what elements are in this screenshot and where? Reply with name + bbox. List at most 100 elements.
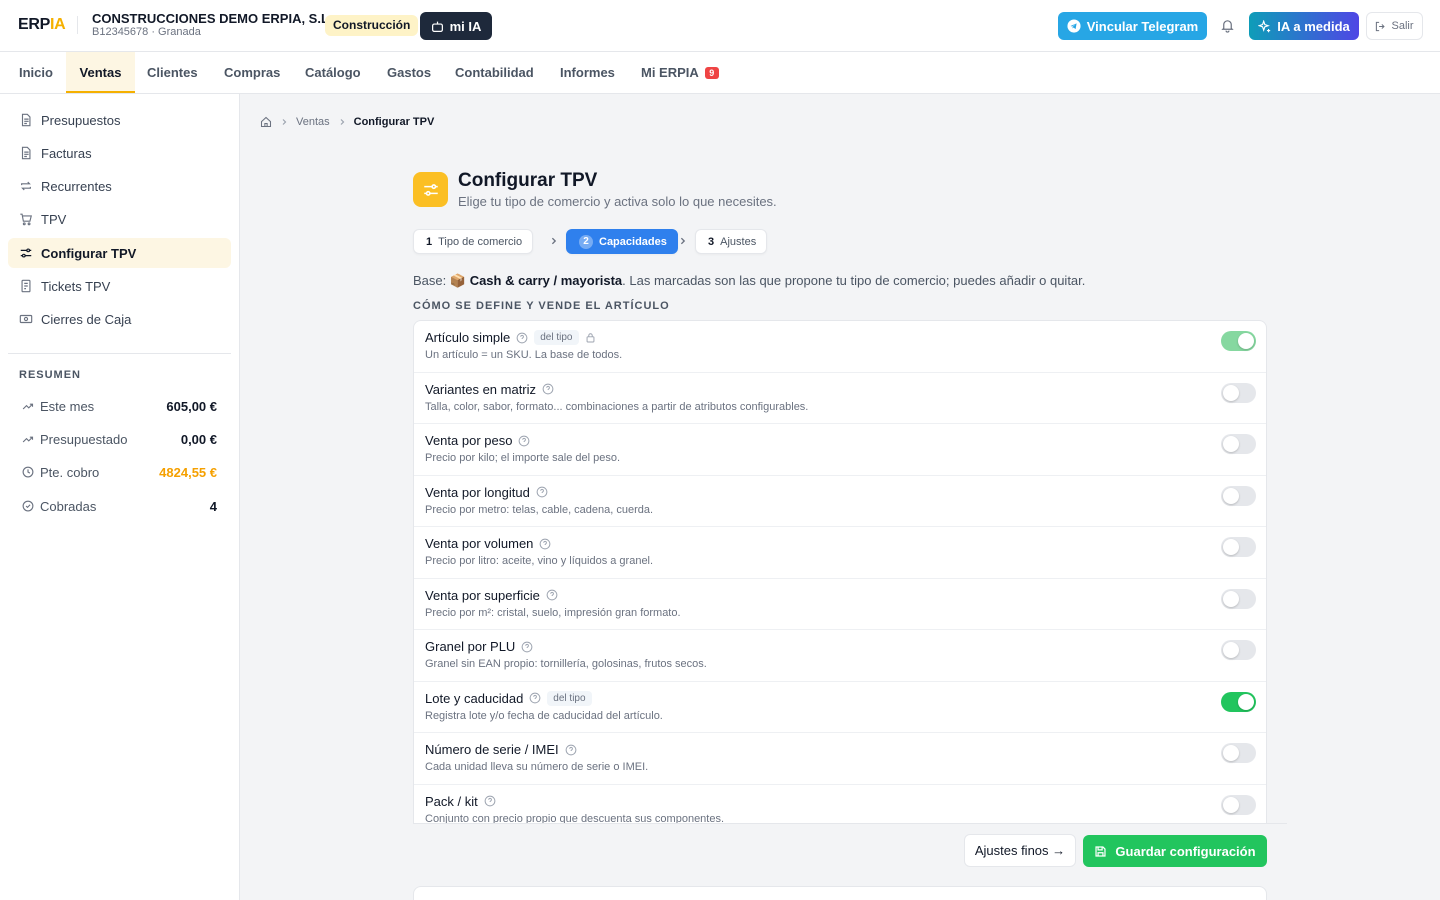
home-icon[interactable] [260,116,272,128]
help-icon[interactable] [542,383,554,395]
erpia-logo[interactable]: ERPIA [18,16,66,34]
capability-toggle[interactable] [1221,588,1256,609]
mi-ia-button[interactable]: mi IA [420,12,492,40]
sidebar-item-label: Recurrentes [41,178,112,194]
breadcrumb: Ventas Configurar TPV [260,116,434,128]
capability-toggle[interactable] [1221,434,1256,454]
main-nav: Inicio Ventas Clientes Compras Catálogo … [0,52,1440,94]
capability-description: Granel sin EAN propio: tornillería, golo… [425,658,707,670]
step-number: 2 [579,234,593,249]
step-label: Capacidades [599,235,667,248]
help-icon[interactable] [516,332,528,344]
capability-description: Conjunto con precio propio que descuenta… [425,812,725,824]
step-label: Ajustes [720,235,757,248]
nav-informes[interactable]: Informes [560,52,615,93]
sidebar: Presupuestos Facturas Recurrentes TPV Co… [0,94,240,900]
capability-row-variantes: Variantes en matriz Talla, color, sabor,… [414,373,1266,424]
nav-gastos[interactable]: Gastos [387,52,431,93]
chevron-right-icon [280,118,288,126]
sector-badge: Construcción [325,15,419,36]
capability-toggle[interactable] [1221,691,1256,712]
divider [8,353,231,354]
nav-catalogo[interactable]: Catálogo [305,52,361,93]
telegram-icon [1067,19,1081,33]
del-tipo-tag: del tipo [534,330,579,345]
save-config-button[interactable]: Guardar configuración [1083,835,1267,867]
summary-label: Cobradas [40,498,97,514]
help-icon[interactable] [484,795,496,807]
sparkle-icon [1258,19,1271,33]
step-label: Tipo de comercio [438,235,523,248]
nav-compras[interactable]: Compras [224,52,280,93]
help-icon[interactable] [565,744,577,756]
capability-title: Venta por longitud [425,484,530,500]
nav-mi-erpia-label: Mi ERPIA [641,65,699,80]
capability-toggle[interactable] [1221,743,1256,763]
capability-description: Precio por metro: telas, cable, cadena, … [425,503,654,516]
telegram-button[interactable]: Vincular Telegram [1058,12,1207,40]
help-icon[interactable] [546,589,558,601]
step-tipo-comercio[interactable]: 1 Tipo de comercio [413,229,534,254]
sidebar-item-tpv[interactable]: TPV [8,204,231,234]
check-circle-icon [22,500,34,512]
help-icon[interactable] [518,435,530,447]
capability-description: Registra lote y/o fecha de caducidad del… [425,709,663,722]
divider [77,16,78,34]
chevron-right-icon [678,236,687,246]
step-capacidades[interactable]: 2 Capacidades [566,229,678,254]
capability-row-articulo-simple: Artículo simple del tipo Un artículo = un… [414,321,1266,373]
help-icon[interactable] [536,486,548,498]
sidebar-item-configurar-tpv[interactable]: Configurar TPV [8,238,231,268]
capability-toggle[interactable] [1221,640,1256,660]
summary-row-presupuestado: Presupuestado 0,00 € [22,430,217,448]
cart-icon [19,212,33,226]
breadcrumb-ventas[interactable]: Ventas [296,116,330,128]
base-suffix: . Las marcadas son las que propone tu ti… [622,273,1086,288]
capability-toggle[interactable] [1221,382,1256,403]
sidebar-item-cierres-caja[interactable]: Cierres de Caja [8,304,231,334]
logout-label: Salir [1391,20,1414,32]
ia-medida-label: IA a medida [1277,18,1350,34]
sidebar-item-recurrentes[interactable]: Recurrentes [8,171,231,201]
sidebar-item-tickets-tpv[interactable]: Tickets TPV [8,271,231,301]
nav-contabilidad[interactable]: Contabilidad [455,52,534,93]
trend-up-icon [22,400,34,412]
capability-row-numero-serie: Número de serie / IMEI Cada unidad lleva… [414,733,1266,785]
nav-clientes[interactable]: Clientes [147,52,198,93]
capability-title: Variantes en matriz [425,381,537,397]
help-icon[interactable] [521,641,533,653]
capability-toggle[interactable] [1221,485,1256,506]
summary-label: Este mes [40,398,95,414]
save-label: Guardar configuración [1115,843,1256,859]
capability-title: Lote y caducidad [425,690,524,706]
breadcrumb-current: Configurar TPV [353,116,435,128]
capability-toggle [1221,331,1256,351]
ajustes-finos-button[interactable]: Ajustes finos → [964,834,1076,867]
capability-toggle[interactable] [1221,794,1256,815]
summary-value: 4 [209,498,217,514]
nav-inicio[interactable]: Inicio [19,52,53,93]
capability-row-lote-caducidad: Lote y caducidad del tipo Registra lote y… [414,682,1266,733]
robot-icon [431,20,444,33]
nav-ventas[interactable]: Ventas [66,52,135,93]
capability-description: Precio por kilo; el importe sale del pes… [425,452,621,464]
top-bar: ERPIA CONSTRUCCIONES DEMO ERPIA, S.L. B1… [0,0,1440,52]
chevron-right-icon [549,236,558,246]
sidebar-item-presupuestos[interactable]: Presupuestos [8,105,231,135]
help-icon[interactable] [539,538,551,550]
capability-title: Venta por superficie [425,587,540,603]
help-icon[interactable] [529,692,541,704]
capability-list: Artículo simple del tipo Un artículo = un… [413,320,1267,823]
logout-button[interactable]: Salir [1366,12,1423,40]
nav-mi-erpia[interactable]: Mi ERPIA 9 [641,52,719,93]
capability-toggle[interactable] [1221,537,1256,557]
sidebar-item-label: Facturas [41,145,92,161]
cash-icon [19,312,33,326]
step-ajustes[interactable]: 3 Ajustes [695,229,768,254]
bell-icon[interactable] [1220,18,1235,33]
ia-medida-button[interactable]: IA a medida [1249,12,1359,40]
document-icon [19,146,33,160]
summary-label: Pte. cobro [40,464,100,480]
sidebar-item-facturas[interactable]: Facturas [8,138,231,168]
company-subtitle: B12345678 · Granada [92,26,201,38]
